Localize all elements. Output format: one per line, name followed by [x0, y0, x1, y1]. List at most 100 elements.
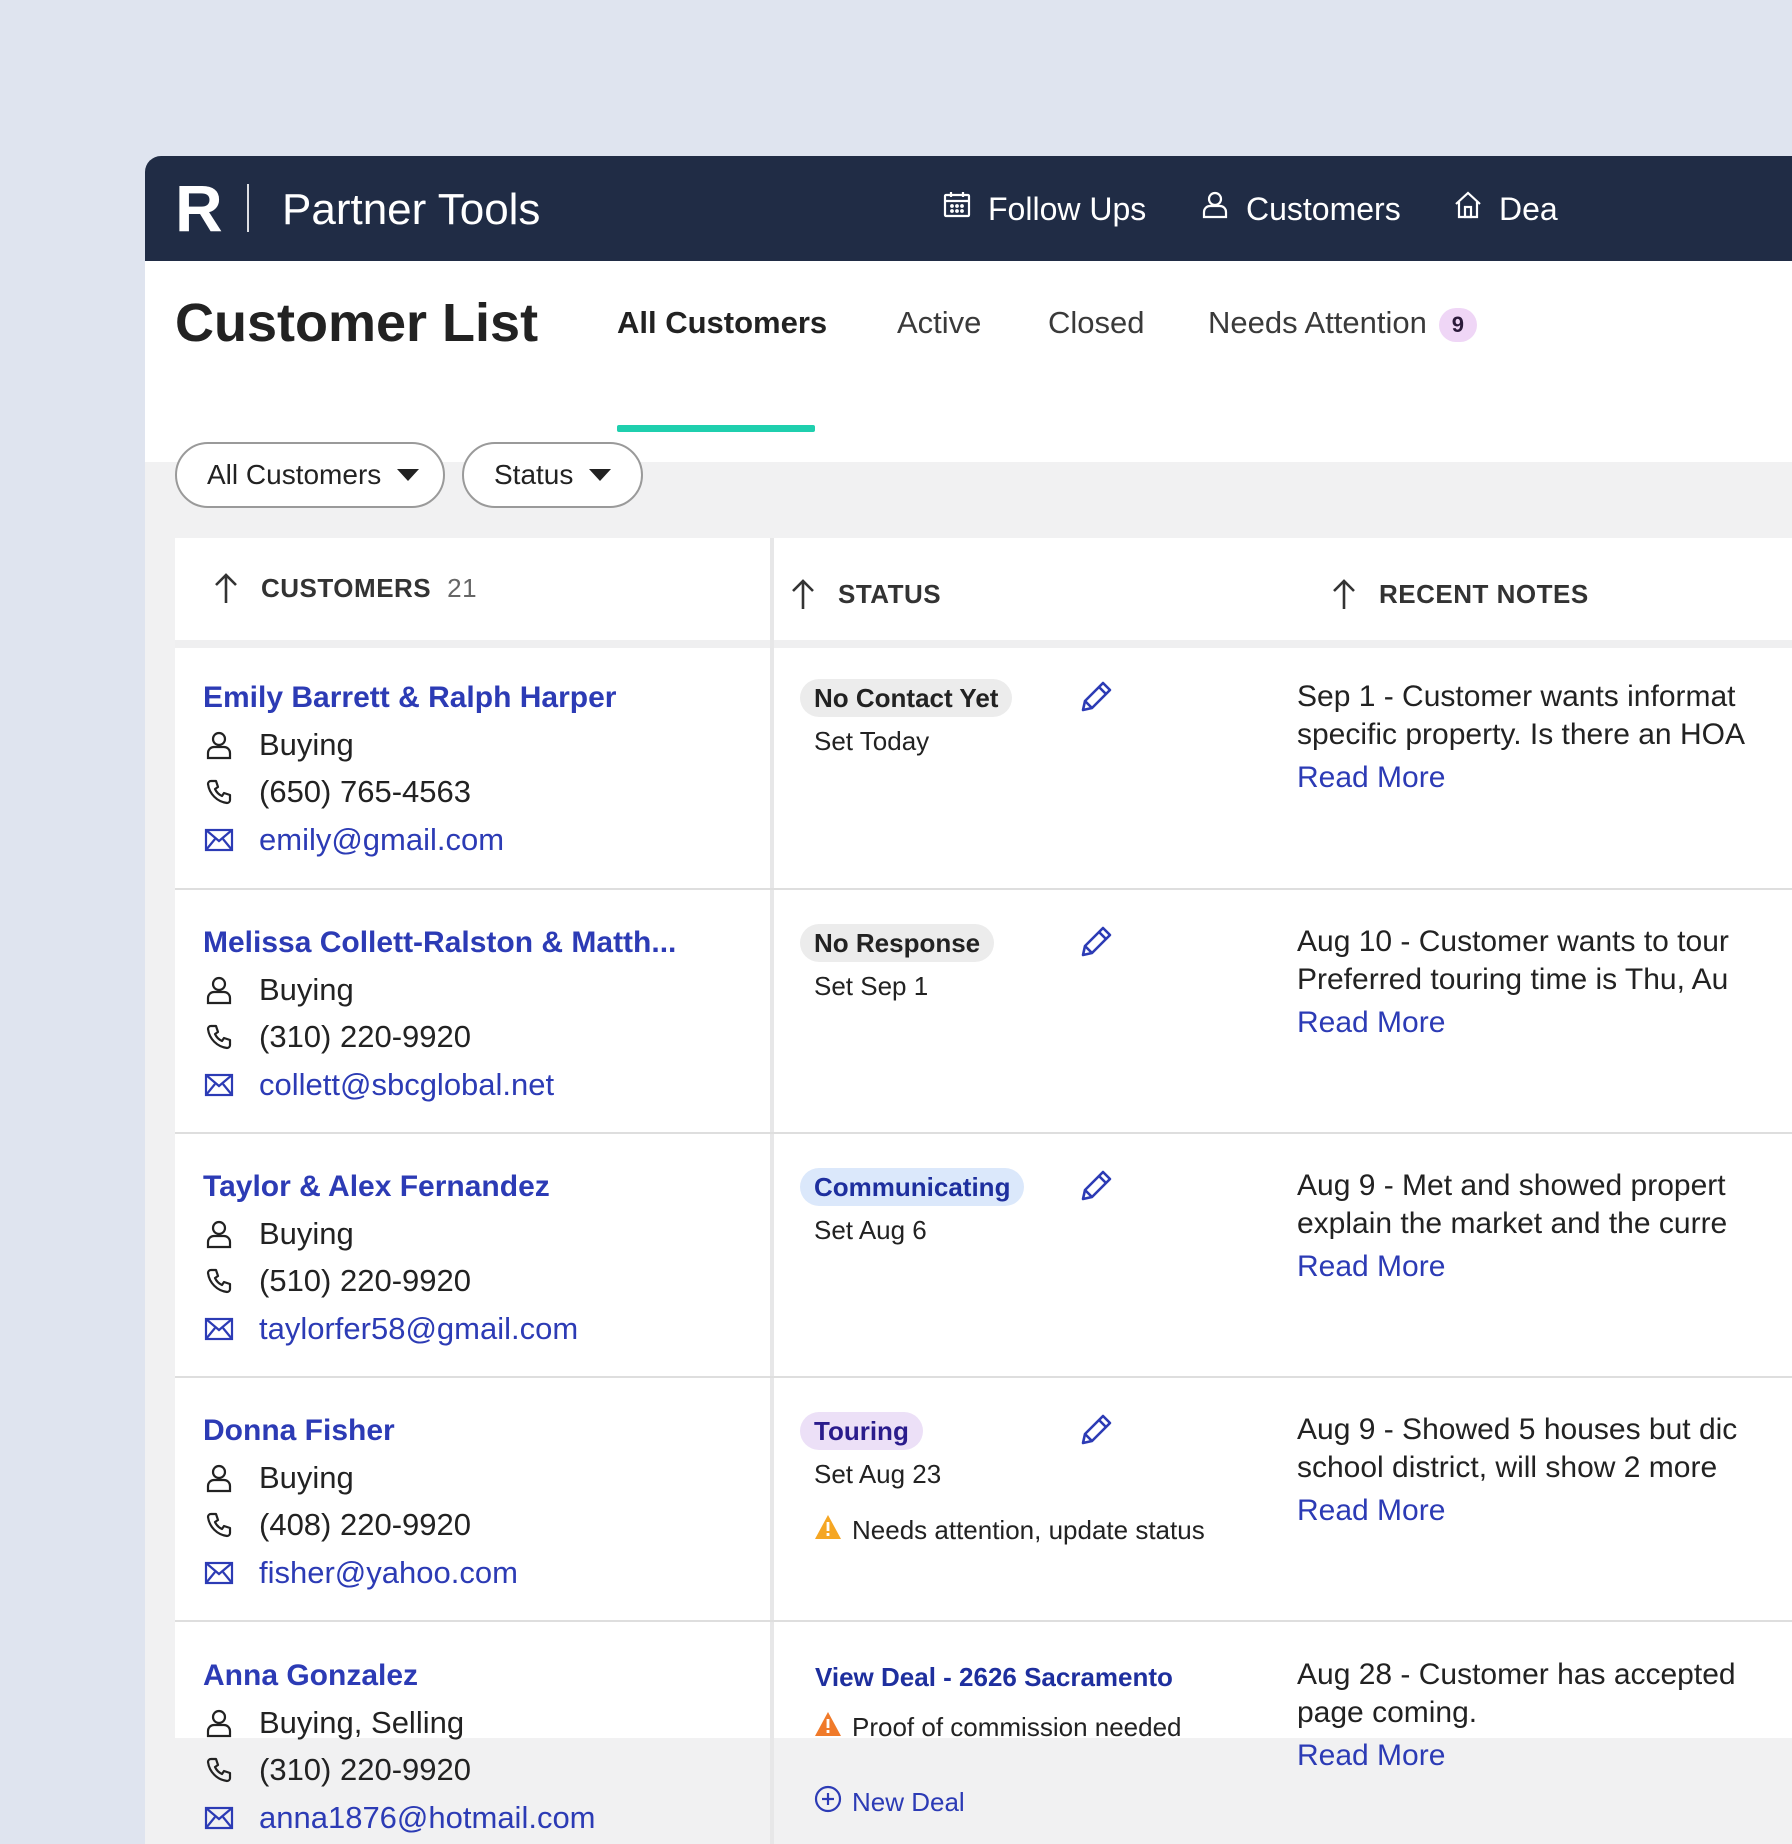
customer-phone: (408) 220-9920: [203, 1507, 471, 1543]
customer-type: Buying: [203, 1216, 354, 1252]
status-badge: Touring: [800, 1412, 923, 1450]
customer-name-link[interactable]: Anna Gonzalez: [203, 1659, 418, 1693]
customer-type-label: Buying: [259, 727, 354, 762]
calendar-icon: [942, 190, 988, 228]
pencil-icon: [1075, 1170, 1115, 1211]
edit-status-button[interactable]: [1075, 1411, 1115, 1451]
new-deal-button[interactable]: New Deal: [814, 1785, 965, 1820]
nav-follow-ups-label: Follow Ups: [988, 190, 1147, 227]
row-divider: [175, 1376, 1792, 1378]
recent-note-line: Aug 10 - Customer wants to tour: [1297, 925, 1729, 958]
customer-email[interactable]: anna1876@hotmail.com: [203, 1800, 596, 1836]
tab-needs-attention[interactable]: Needs Attention 9: [1208, 303, 1477, 343]
recent-note-line: explain the market and the curre: [1297, 1207, 1728, 1240]
sort-notes-header[interactable]: RECENT NOTES: [1331, 577, 1589, 611]
pencil-icon: [1075, 681, 1115, 722]
customers-filter-label: All Customers: [207, 459, 382, 490]
user-icon: [203, 729, 235, 761]
status-header-label: STATUS: [838, 578, 942, 609]
customer-type: Buying: [203, 972, 354, 1008]
view-deal-link[interactable]: View Deal - 2626 Sacramento: [815, 1662, 1173, 1693]
app-title: Partner Tools: [282, 185, 541, 234]
customer-email-link[interactable]: fisher@yahoo.com: [259, 1555, 518, 1591]
customer-email[interactable]: taylorfer58@gmail.com: [203, 1311, 578, 1347]
pencil-icon: [1075, 926, 1115, 967]
recent-note-line: page coming.: [1297, 1696, 1478, 1729]
customer-email-link[interactable]: taylorfer58@gmail.com: [259, 1311, 578, 1347]
customer-name-link[interactable]: Donna Fisher: [203, 1414, 395, 1448]
status-set-date: Set Aug 6: [814, 1215, 927, 1245]
read-more-link[interactable]: Read More: [1297, 1739, 1445, 1773]
row-divider: [175, 1132, 1792, 1134]
customer-type-label: Buying: [259, 1460, 354, 1495]
customer-email[interactable]: collett@sbcglobal.net: [203, 1067, 554, 1103]
customer-name-link[interactable]: Taylor & Alex Fernandez: [203, 1170, 550, 1204]
phone-icon: [203, 1021, 235, 1053]
row-divider: [175, 1620, 1792, 1622]
status-filter-label: Status: [494, 459, 574, 490]
tab-active[interactable]: Active: [897, 303, 981, 343]
recent-note-line: Sep 1 - Customer wants informat: [1297, 680, 1736, 713]
warning-icon: [814, 1711, 852, 1744]
tab-all-customers[interactable]: All Customers: [617, 303, 827, 343]
sort-status-header[interactable]: STATUS: [790, 577, 941, 611]
deal-warning: Proof of commission needed: [814, 1711, 1182, 1744]
mail-icon: [203, 1313, 235, 1345]
nav-deals-label: Dea: [1499, 190, 1558, 227]
chevron-down-icon: [589, 469, 612, 481]
needs-attention-count-badge: 9: [1438, 307, 1477, 342]
edit-status-button[interactable]: [1075, 678, 1115, 718]
customer-email[interactable]: fisher@yahoo.com: [203, 1555, 518, 1591]
edit-status-button[interactable]: [1075, 1167, 1115, 1207]
status-badge: Communicating: [800, 1168, 1025, 1206]
user-icon: [203, 1707, 235, 1739]
customer-phone: (650) 765-4563: [203, 774, 471, 810]
phone-icon: [203, 1509, 235, 1541]
sort-arrow-up-icon: [1333, 579, 1355, 609]
status-badge: No Contact Yet: [800, 679, 1013, 717]
nav-follow-ups[interactable]: Follow Ups: [942, 184, 1146, 234]
customer-phone: (510) 220-9920: [203, 1263, 471, 1299]
user-icon: [203, 1462, 235, 1494]
customer-type: Buying: [203, 1460, 354, 1496]
sort-arrow-up-icon: [792, 579, 814, 609]
status-filter-dropdown[interactable]: Status: [462, 442, 643, 508]
customer-phone: (310) 220-9920: [203, 1019, 471, 1055]
status-warning-text: Needs attention, update status: [852, 1515, 1205, 1545]
phone-icon: [203, 1754, 235, 1786]
customers-filter-dropdown[interactable]: All Customers: [175, 442, 445, 508]
sort-arrow-up-icon: [215, 573, 237, 603]
nav-customers[interactable]: Customers: [1200, 184, 1401, 234]
customer-email-link[interactable]: collett@sbcglobal.net: [259, 1067, 554, 1103]
customer-name-link[interactable]: Melissa Collett-Ralston & Matth...: [203, 926, 676, 960]
customers-header-label: CUSTOMERS: [261, 572, 432, 603]
tab-closed[interactable]: Closed: [1048, 303, 1145, 343]
page-title: Customer List: [175, 293, 539, 353]
customer-type: Buying, Selling: [203, 1705, 464, 1741]
customer-name-link[interactable]: Emily Barrett & Ralph Harper: [203, 681, 616, 715]
sort-customers-header[interactable]: CUSTOMERS 21: [213, 571, 477, 605]
customers-count: 21: [447, 572, 478, 603]
customer-phone-number: (510) 220-9920: [259, 1263, 471, 1298]
customer-type-label: Buying, Selling: [259, 1705, 465, 1740]
customer-phone: (310) 220-9920: [203, 1752, 471, 1788]
mail-icon: [203, 1557, 235, 1589]
customer-email-link[interactable]: anna1876@hotmail.com: [259, 1800, 596, 1836]
pencil-icon: [1075, 1414, 1115, 1455]
customer-email[interactable]: emily@gmail.com: [203, 822, 504, 858]
chevron-down-icon: [397, 469, 420, 481]
nav-deals[interactable]: Dea: [1453, 184, 1558, 234]
deal-warning-text: Proof of commission needed: [852, 1712, 1182, 1742]
logo[interactable]: R: [175, 172, 223, 244]
read-more-link[interactable]: Read More: [1297, 1250, 1445, 1284]
page-header: Customer List All Customers Active Close…: [145, 261, 1792, 462]
row-divider: [175, 888, 1792, 890]
status-set-date: Set Today: [814, 726, 930, 756]
read-more-link[interactable]: Read More: [1297, 1494, 1445, 1528]
recent-note-line: specific property. Is there an HOA: [1297, 718, 1745, 751]
customer-email-link[interactable]: emily@gmail.com: [259, 822, 504, 858]
edit-status-button[interactable]: [1075, 923, 1115, 963]
read-more-link[interactable]: Read More: [1297, 761, 1445, 795]
tab-needs-attention-label: Needs Attention: [1208, 305, 1427, 340]
read-more-link[interactable]: Read More: [1297, 1006, 1445, 1040]
